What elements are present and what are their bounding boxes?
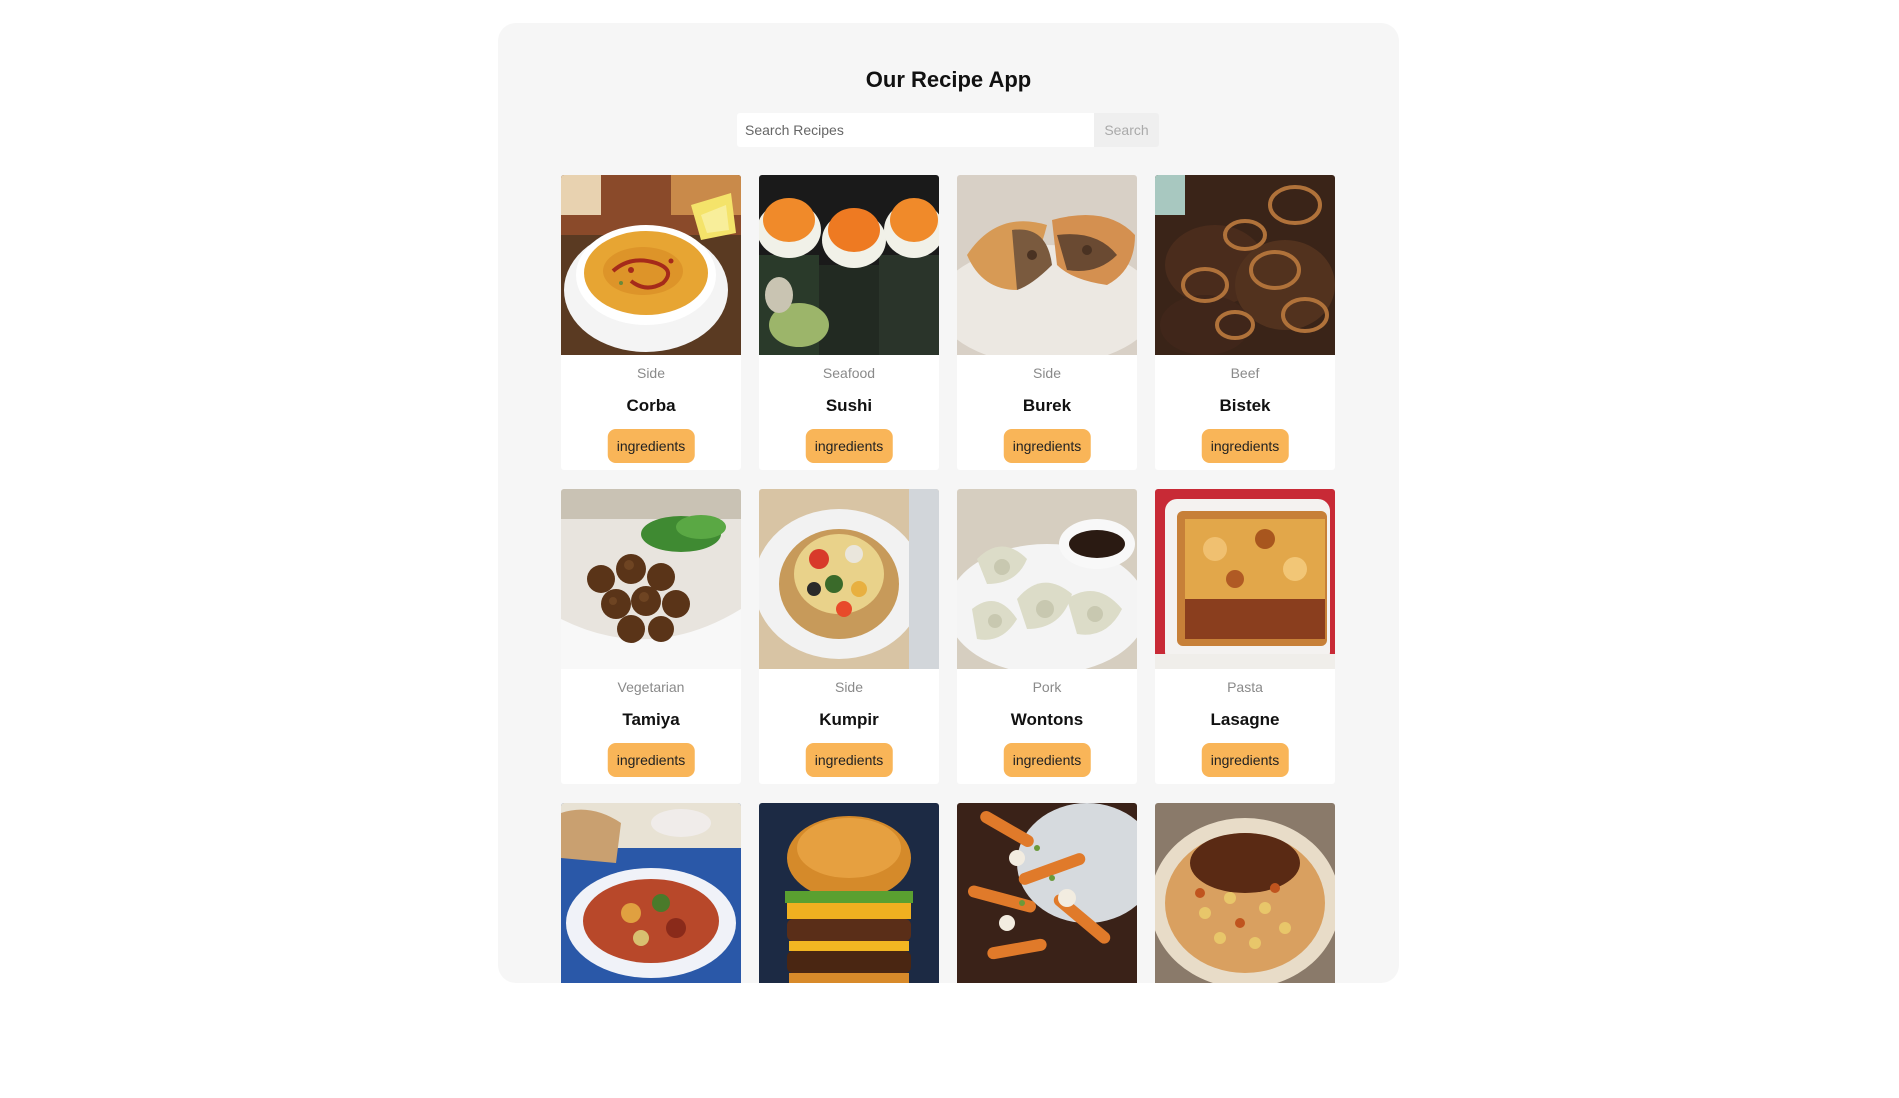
- recipe-card-koshari: [1155, 803, 1335, 1098]
- meal-category: Seafood: [822, 365, 876, 381]
- meal-category: Side: [834, 679, 864, 695]
- meal-name: Tamiya: [622, 710, 680, 729]
- ingredients-button[interactable]: ingredients: [805, 743, 893, 777]
- tagine-image: [561, 803, 741, 983]
- meal-category: Pork: [1032, 679, 1062, 695]
- search-bar: Search: [737, 113, 1159, 147]
- meal-name: Kumpir: [819, 710, 879, 729]
- bistek-image: [1155, 175, 1335, 355]
- sushi-image: [759, 175, 939, 355]
- recipe-card-corba: Side Corba ingredients: [561, 175, 741, 470]
- corba-soup-image: [561, 175, 741, 355]
- recipe-card-bistek: Beef Bistek ingredients: [1155, 175, 1335, 470]
- lasagne-image: [1155, 489, 1335, 669]
- recipe-card-lasagne: Pasta Lasagne ingredients: [1155, 489, 1335, 784]
- search-button[interactable]: Search: [1094, 113, 1159, 147]
- ingredients-button[interactable]: ingredients: [1201, 743, 1289, 777]
- ingredients-button[interactable]: ingredients: [1003, 429, 1091, 463]
- koshari-image: [1155, 803, 1335, 983]
- ingredients-button[interactable]: ingredients: [607, 743, 695, 777]
- recipe-card-poutine: [957, 803, 1137, 1098]
- recipe-grid: Side Corba ingredients Seafood Sushi ing…: [561, 175, 1337, 1098]
- ingredients-button[interactable]: ingredients: [805, 429, 893, 463]
- meal-category: Beef: [1230, 365, 1260, 381]
- meal-category: Vegetarian: [617, 679, 685, 695]
- meal-category: Side: [636, 365, 666, 381]
- recipe-card-wontons: Pork Wontons ingredients: [957, 489, 1137, 784]
- poutine-image: [957, 803, 1137, 983]
- meal-name: Corba: [626, 396, 676, 415]
- wontons-image: [957, 489, 1137, 669]
- kumpir-image: [759, 489, 939, 669]
- recipe-card-tagine: [561, 803, 741, 1098]
- ingredients-button[interactable]: ingredients: [1003, 743, 1091, 777]
- recipe-card-burek: Side Burek ingredients: [957, 175, 1137, 470]
- burek-image: [957, 175, 1137, 355]
- search-input[interactable]: [737, 113, 1094, 147]
- meal-name: Sushi: [825, 396, 873, 415]
- recipe-card-sushi: Seafood Sushi ingredients: [759, 175, 939, 470]
- meal-category: Side: [1032, 365, 1062, 381]
- ingredients-button[interactable]: ingredients: [1201, 429, 1289, 463]
- meal-category: Pasta: [1227, 679, 1263, 695]
- meal-name: Wontons: [1010, 710, 1084, 729]
- recipe-card-burger: [759, 803, 939, 1098]
- tamiya-image: [561, 489, 741, 669]
- recipe-card-tamiya: Vegetarian Tamiya ingredients: [561, 489, 741, 784]
- meal-name: Lasagne: [1210, 710, 1280, 729]
- ingredients-button[interactable]: ingredients: [607, 429, 695, 463]
- meal-name: Bistek: [1219, 396, 1271, 415]
- burger-image: [759, 803, 939, 983]
- page-title: Our Recipe App: [865, 67, 1032, 92]
- meal-name: Burek: [1022, 396, 1072, 415]
- recipe-app-panel: Our Recipe App Search S: [498, 23, 1399, 1098]
- recipe-card-kumpir: Side Kumpir ingredients: [759, 489, 939, 784]
